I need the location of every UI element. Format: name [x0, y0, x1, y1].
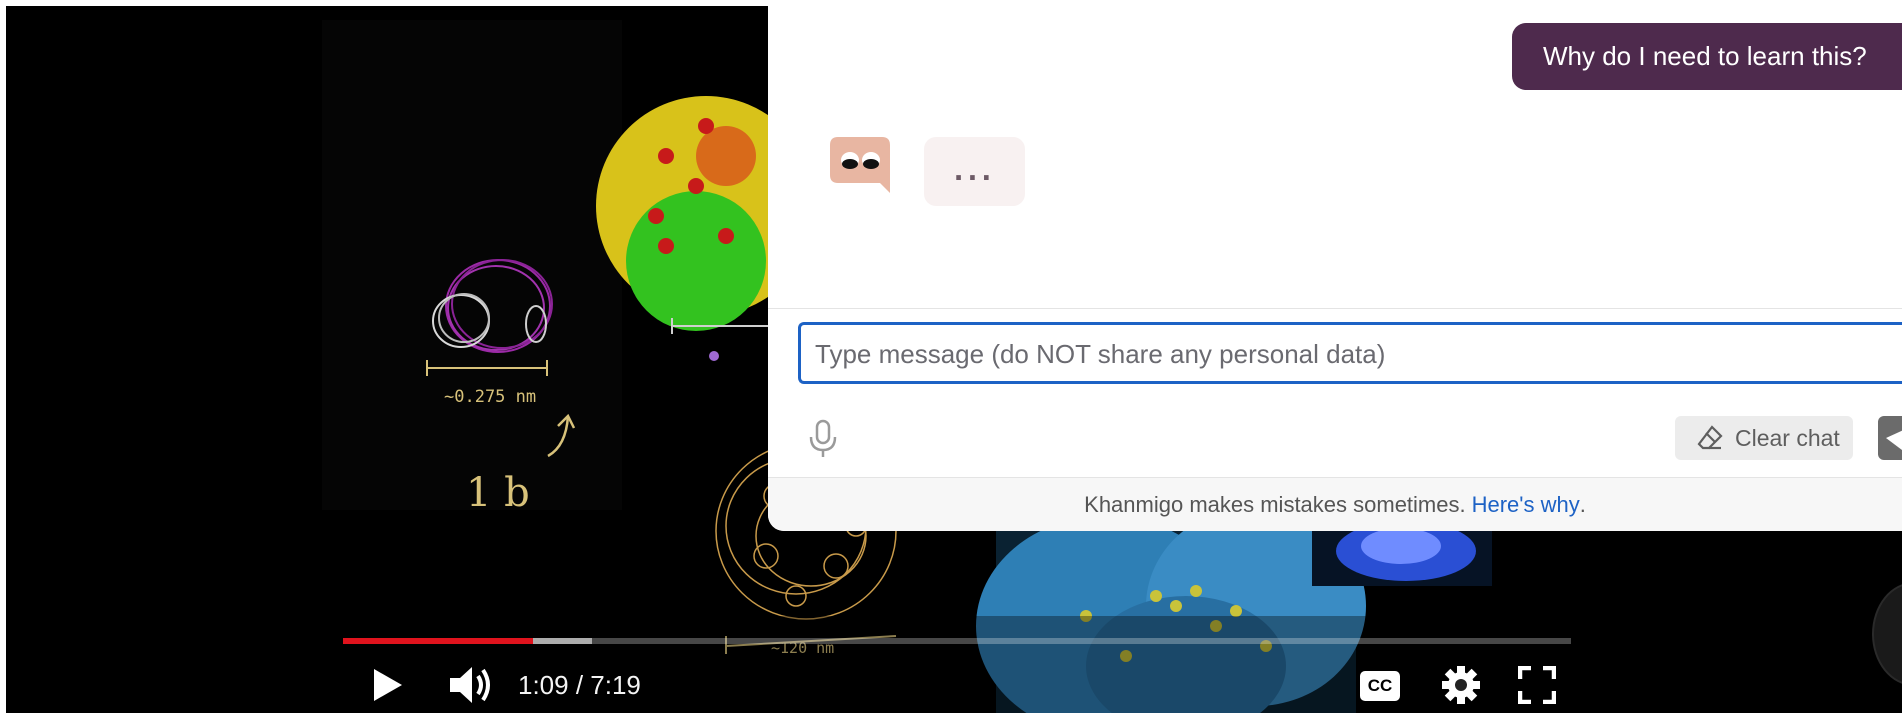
- cc-icon: CC: [1360, 671, 1400, 701]
- user-message-bubble: Why do I need to learn this?: [1512, 23, 1902, 90]
- settings-button[interactable]: [1438, 662, 1484, 708]
- clear-chat-label: Clear chat: [1735, 424, 1840, 451]
- khanmigo-chat-panel: Why do I need to learn this? ... Clear c…: [768, 0, 1902, 531]
- annotation-small: ~0.275 nm: [444, 387, 536, 407]
- time-display: 1:09 / 7:19: [518, 670, 641, 700]
- microphone-icon: [809, 419, 837, 457]
- disclaimer-text: Khanmigo makes mistakes sometimes.: [1084, 491, 1466, 517]
- play-icon: [374, 669, 402, 701]
- heres-why-link[interactable]: Here's why: [1472, 492, 1580, 518]
- send-icon: [1886, 430, 1902, 450]
- message-input[interactable]: [813, 325, 1877, 383]
- message-input-container[interactable]: [798, 322, 1902, 384]
- volume-icon: [450, 667, 490, 703]
- typing-indicator: ...: [924, 137, 1025, 206]
- volume-button[interactable]: [446, 662, 496, 708]
- controls-gradient: [6, 616, 1902, 713]
- disclaimer-period: .: [1579, 491, 1586, 517]
- microphone-button[interactable]: [808, 419, 838, 459]
- small-particle: [709, 351, 719, 361]
- disclaimer-footer: Khanmigo makes mistakes sometimes. Here'…: [768, 478, 1902, 531]
- input-divider: [768, 308, 1902, 309]
- fullscreen-icon: [1518, 666, 1556, 704]
- captions-button[interactable]: CC: [1358, 668, 1402, 704]
- gear-icon: [1442, 666, 1480, 704]
- send-button[interactable]: [1878, 416, 1902, 460]
- user-message-text: Why do I need to learn this?: [1543, 41, 1867, 71]
- eraser-icon: [1697, 425, 1723, 450]
- progress-bar[interactable]: [343, 638, 1571, 644]
- annotation-handwritten: 1 b: [466, 470, 530, 516]
- clear-chat-button[interactable]: Clear chat: [1675, 416, 1853, 460]
- khanmigo-avatar: [830, 137, 890, 193]
- progress-played: [343, 638, 534, 644]
- cc-label: CC: [1367, 676, 1393, 695]
- play-button[interactable]: [368, 662, 408, 708]
- fullscreen-button[interactable]: [1514, 662, 1560, 708]
